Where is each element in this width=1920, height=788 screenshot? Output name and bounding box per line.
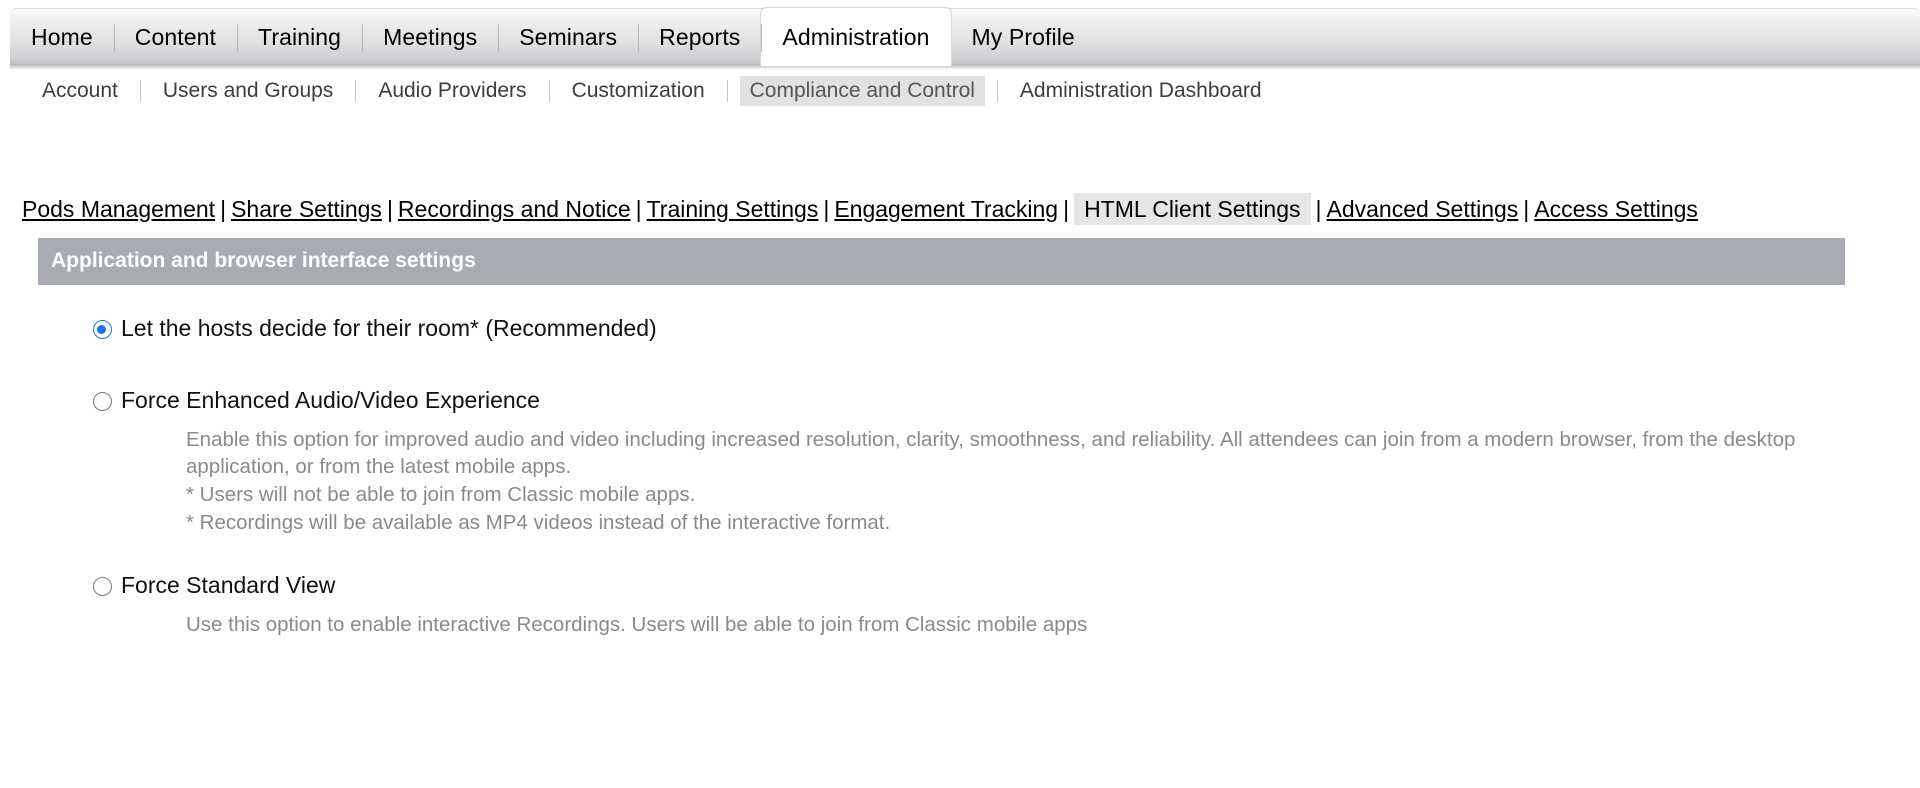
option-force-enhanced-av-label: Force Enhanced Audio/Video Experience <box>121 386 540 413</box>
sub-tab-engagement-tracking[interactable]: Engagement Tracking <box>834 196 1058 222</box>
subnav-separator <box>996 80 998 102</box>
subnav-separator <box>139 80 141 102</box>
tab-seminars[interactable]: Seminars <box>498 8 638 66</box>
subnav-item-customization[interactable]: Customization <box>562 76 715 106</box>
tab-my-profile[interactable]: My Profile <box>951 8 1096 66</box>
secondary-nav: Account Users and Groups Audio Providers… <box>0 68 1920 114</box>
tab-training-label: Training <box>258 23 342 50</box>
sub-tab-links: Pods Management | Share Settings | Recording… <box>0 193 1920 225</box>
panel-title: Application and browser interface settin… <box>38 238 1845 286</box>
subnav-item-administration-dashboard-label: Administration Dashboard <box>1019 79 1262 102</box>
subnav-item-audio-providers-label: Audio Providers <box>378 79 527 102</box>
tab-meetings-label: Meetings <box>383 23 478 50</box>
subnav-item-account-label: Account <box>42 79 118 102</box>
tab-meetings[interactable]: Meetings <box>362 8 498 66</box>
tab-my-profile-label: My Profile <box>971 23 1075 50</box>
tab-seminars-label: Seminars <box>519 23 618 50</box>
option-let-hosts-decide-label: Let the hosts decide for their room* (Re… <box>121 315 657 342</box>
option-force-standard-view-description: Use this option to enable interactive Re… <box>186 612 1088 636</box>
tab-administration-label: Administration <box>782 23 930 50</box>
settings-panel: Application and browser interface settin… <box>38 238 1845 638</box>
sub-tab-training-settings[interactable]: Training Settings <box>647 196 819 222</box>
subnav-item-account[interactable]: Account <box>32 76 128 106</box>
subnav-item-administration-dashboard[interactable]: Administration Dashboard <box>1010 76 1272 106</box>
sub-tab-separator: | <box>386 196 393 222</box>
subnav-item-customization-label: Customization <box>571 79 705 102</box>
radio-force-enhanced-av[interactable] <box>93 391 112 411</box>
subnav-item-compliance-and-control-label: Compliance and Control <box>749 79 975 102</box>
subnav-separator <box>726 80 728 102</box>
subnav-item-users-and-groups-label: Users and Groups <box>162 79 334 102</box>
sub-tab-share-settings[interactable]: Share Settings <box>231 196 382 222</box>
tab-training[interactable]: Training <box>237 8 362 66</box>
subnav-separator <box>548 80 550 102</box>
radio-let-hosts-decide[interactable] <box>93 320 112 340</box>
primary-tab-bar: Home Content Training Meetings Seminars … <box>0 0 1920 69</box>
tab-administration[interactable]: Administration <box>761 8 951 66</box>
subnav-item-compliance-and-control[interactable]: Compliance and Control <box>739 76 985 106</box>
sub-tab-access-settings[interactable]: Access Settings <box>1534 196 1698 222</box>
option-force-standard-view-label: Force Standard View <box>121 572 336 599</box>
sub-tab-pods-management[interactable]: Pods Management <box>22 196 215 222</box>
option-force-enhanced-av-description: Enable this option for improved audio an… <box>186 427 1796 479</box>
radio-force-standard-view[interactable] <box>93 577 112 597</box>
option-let-hosts-decide[interactable]: Let the hosts decide for their room* (Re… <box>93 315 1845 343</box>
primary-tabs: Home Content Training Meetings Seminars … <box>10 8 1096 66</box>
tab-content[interactable]: Content <box>113 8 237 66</box>
sub-tab-html-client-settings[interactable]: HTML Client Settings <box>1074 193 1311 225</box>
subnav-item-audio-providers[interactable]: Audio Providers <box>368 76 536 106</box>
tab-home[interactable]: Home <box>10 8 114 66</box>
subnav-item-users-and-groups[interactable]: Users and Groups <box>153 76 343 106</box>
panel-body: Let the hosts decide for their room* (Re… <box>38 285 1845 638</box>
sub-tab-separator: | <box>220 196 227 222</box>
sub-tab-separator: | <box>1315 196 1322 222</box>
sub-tab-advanced-settings[interactable]: Advanced Settings <box>1327 196 1519 222</box>
sub-tab-separator: | <box>1523 196 1530 222</box>
sub-tab-separator: | <box>1063 196 1070 222</box>
subnav-separator <box>355 80 357 102</box>
option-force-enhanced-av-note-2: * Recordings will be available as MP4 vi… <box>186 510 891 534</box>
tab-home-label: Home <box>31 23 93 50</box>
option-force-enhanced-av[interactable]: Force Enhanced Audio/Video Experience <box>93 387 1845 415</box>
tab-reports-label: Reports <box>659 23 741 50</box>
tab-reports[interactable]: Reports <box>638 8 761 66</box>
sub-tab-separator: | <box>823 196 830 222</box>
option-force-standard-view[interactable]: Force Standard View <box>93 572 1845 600</box>
tab-content-label: Content <box>134 23 217 50</box>
sub-tab-recordings-and-notice[interactable]: Recordings and Notice <box>398 196 631 222</box>
option-force-enhanced-av-note-1: * Users will not be able to join from Cl… <box>186 482 696 506</box>
sub-tab-separator: | <box>635 196 642 222</box>
